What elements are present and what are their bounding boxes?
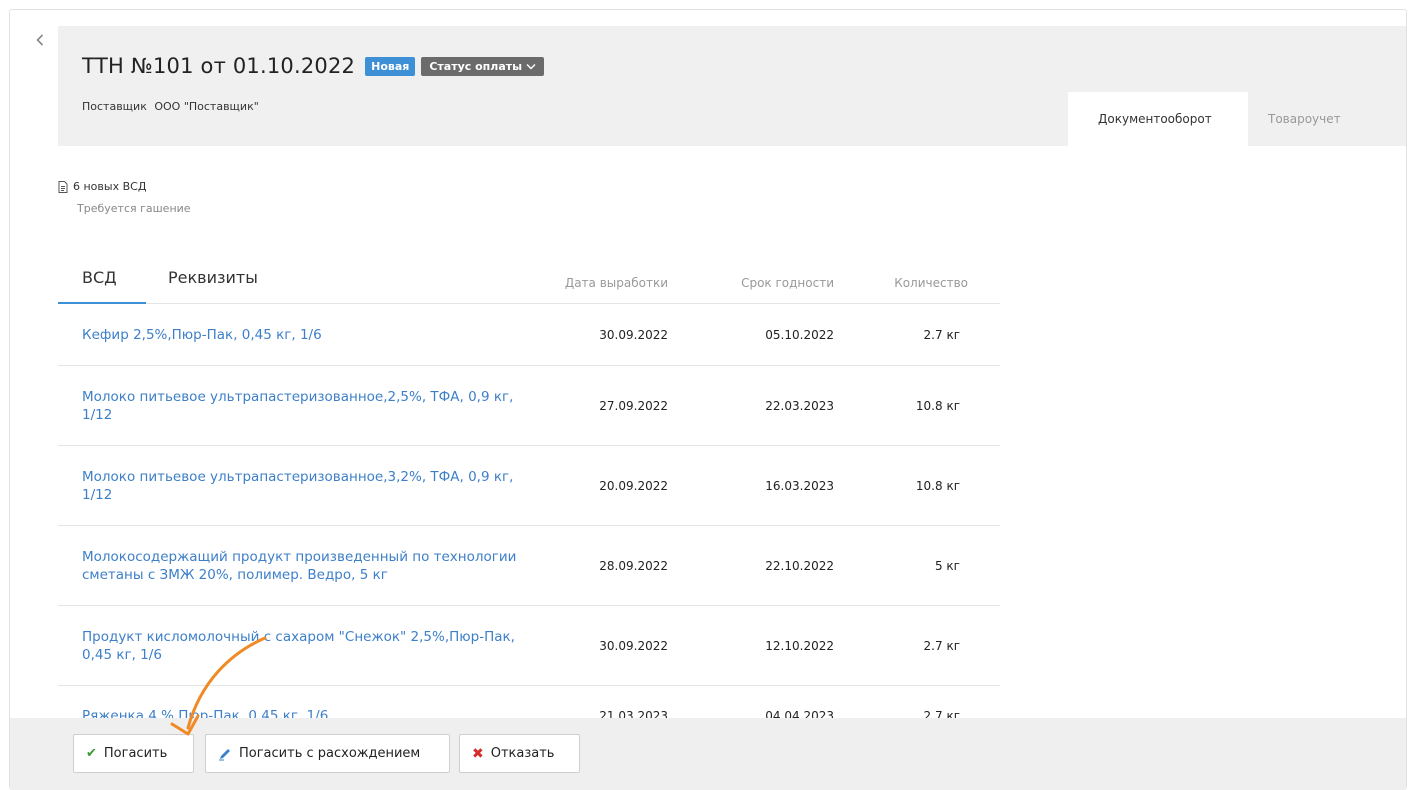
production-date: 28.09.2022 bbox=[599, 558, 668, 573]
table-row[interactable]: Кефир 2,5%,Пюр-Пак, 0,45 кг, 1/6 30.09.2… bbox=[58, 304, 1000, 366]
product-link[interactable]: Молоко питьевое ультрапастеризованное,2,… bbox=[82, 388, 542, 424]
table-row[interactable]: Продукт кисломолочный с сахаром "Снежок"… bbox=[58, 606, 1000, 686]
quantity: 2.7 кг bbox=[923, 327, 960, 342]
accept-label: Погасить bbox=[103, 746, 168, 761]
production-date: 27.09.2022 bbox=[599, 398, 668, 413]
column-header-date: Дата выработки bbox=[564, 276, 668, 290]
accept-button[interactable]: ✔ Погасить bbox=[73, 734, 194, 773]
product-link[interactable]: Молокосодержащий продукт произведенный п… bbox=[82, 548, 542, 584]
tab-document-flow[interactable]: Документооборот bbox=[1068, 92, 1248, 146]
quantity: 5 кг bbox=[934, 558, 960, 573]
notice-title: 6 новых ВСД bbox=[73, 180, 147, 193]
chevron-left-icon bbox=[36, 34, 44, 46]
product-link[interactable]: Кефир 2,5%,Пюр-Пак, 0,45 кг, 1/6 bbox=[82, 326, 542, 344]
vsd-table: ВСД Реквизиты Дата выработки Срок годнос… bbox=[58, 258, 1000, 746]
pencil-icon bbox=[219, 748, 230, 760]
side-tabs: Документооборот Товароучет bbox=[1068, 92, 1406, 146]
production-date: 30.09.2022 bbox=[599, 327, 668, 342]
supplier-value: ООО "Поставщик" bbox=[154, 100, 259, 113]
product-link[interactable]: Молоко питьевое ультрапастеризованное,3,… bbox=[82, 468, 542, 504]
tab-inventory[interactable]: Товароучет bbox=[1248, 92, 1406, 146]
accept-with-discrepancy-button[interactable]: Погасить с расхождением bbox=[205, 734, 450, 773]
supplier-label: Поставщик bbox=[82, 100, 147, 113]
notice-subtitle: Требуется гашение bbox=[77, 202, 191, 215]
product-link[interactable]: Продукт кисломолочный с сахаром "Снежок"… bbox=[82, 628, 542, 664]
expiry-date: 22.10.2022 bbox=[765, 558, 834, 573]
page-title: ТТН №101 от 01.10.2022 bbox=[82, 54, 356, 78]
supplier-line: Поставщик ООО "Поставщик" bbox=[82, 100, 259, 113]
payment-status-dropdown[interactable]: Статус оплаты bbox=[421, 56, 545, 76]
vsd-notice: 6 новых ВСД bbox=[58, 180, 146, 193]
document-header: ТТН №101 от 01.10.2022 Новая Статус опла… bbox=[58, 26, 1406, 146]
close-icon: ✖ bbox=[472, 745, 484, 762]
production-date: 30.09.2022 bbox=[599, 638, 668, 653]
reject-label: Отказать bbox=[490, 746, 555, 761]
status-badge: Новая bbox=[365, 56, 416, 76]
title-row: ТТН №101 от 01.10.2022 Новая Статус опла… bbox=[82, 54, 545, 78]
document-panel: ТТН №101 от 01.10.2022 Новая Статус опла… bbox=[9, 9, 1407, 790]
column-header-quantity: Количество bbox=[894, 276, 968, 290]
quantity: 2.7 кг bbox=[923, 638, 960, 653]
table-row[interactable]: Молоко питьевое ультрапастеризованное,3,… bbox=[58, 446, 1000, 526]
back-button[interactable] bbox=[20, 24, 60, 74]
payment-status-label: Статус оплаты bbox=[429, 59, 523, 73]
table-row[interactable]: Молоко питьевое ультрапастеризованное,2,… bbox=[58, 366, 1000, 446]
check-icon: ✔ bbox=[86, 746, 97, 761]
table-tabs: ВСД Реквизиты Дата выработки Срок годнос… bbox=[58, 258, 1000, 304]
table-row[interactable]: Молокосодержащий продукт произведенный п… bbox=[58, 526, 1000, 606]
document-icon bbox=[58, 181, 68, 193]
tab-vsd[interactable]: ВСД bbox=[82, 268, 117, 287]
quantity: 10.8 кг bbox=[915, 398, 960, 413]
expiry-date: 22.03.2023 bbox=[765, 398, 834, 413]
column-header-expiry: Срок годности bbox=[741, 276, 834, 290]
accept-with-discrepancy-label: Погасить с расхождением bbox=[239, 746, 421, 761]
quantity: 10.8 кг bbox=[915, 478, 960, 493]
production-date: 20.09.2022 bbox=[599, 478, 668, 493]
tab-requisites[interactable]: Реквизиты bbox=[168, 268, 258, 287]
expiry-date: 05.10.2022 bbox=[765, 327, 834, 342]
action-bar: ✔ Погасить Погасить с расхождением ✖ Отк… bbox=[10, 718, 1406, 790]
chevron-down-icon bbox=[526, 63, 536, 69]
expiry-date: 12.10.2022 bbox=[765, 638, 834, 653]
expiry-date: 16.03.2023 bbox=[765, 478, 834, 493]
reject-button[interactable]: ✖ Отказать bbox=[459, 734, 580, 773]
